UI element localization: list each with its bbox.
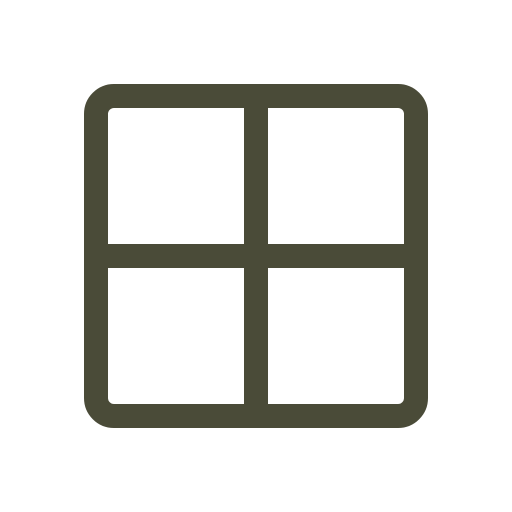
icon-canvas xyxy=(0,0,512,512)
grid-icon xyxy=(0,0,512,512)
